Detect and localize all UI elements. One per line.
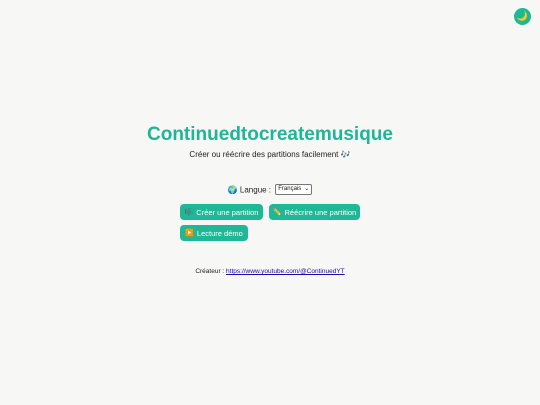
rewrite-score-label: Réécrire une partition <box>284 207 357 217</box>
creator-label: Créateur : <box>195 268 225 275</box>
page-title: Continuedtocreatemusique <box>147 124 393 145</box>
moon-icon: 🌙 <box>516 11 529 21</box>
score-icon: 🎼 <box>184 209 194 216</box>
create-score-button[interactable]: 🎼 Créer une partition <box>180 204 263 220</box>
creator-link[interactable]: https://www.youtube.com/@ContinuedYT <box>226 268 345 275</box>
creator-line: Créateur : https://www.youtube.com/@Cont… <box>0 268 540 275</box>
pencil-icon: ✏️ <box>272 209 282 216</box>
language-select[interactable]: Français ⌄ <box>275 184 313 195</box>
theme-toggle-button[interactable]: 🌙 <box>514 8 531 25</box>
play-icon: ▶️ <box>185 230 194 237</box>
rewrite-score-button[interactable]: ✏️ Réécrire une partition <box>269 204 360 220</box>
page: 🌙 Continuedtocreatemusique Créer ou rééc… <box>0 0 540 405</box>
chevron-down-icon: ⌄ <box>304 186 310 192</box>
demo-playback-button[interactable]: ▶️ Lecture démo <box>180 225 248 241</box>
language-row: 🌍 Langue : Français ⌄ <box>0 184 540 196</box>
globe-icon: 🌍 <box>227 185 238 195</box>
language-select-value: Français <box>278 186 302 192</box>
demo-playback-label: Lecture démo <box>196 228 243 238</box>
create-score-label: Créer une partition <box>196 207 259 217</box>
language-label: Langue : <box>239 185 272 195</box>
page-subtitle: Créer ou réécrire des partitions facilem… <box>189 150 351 159</box>
